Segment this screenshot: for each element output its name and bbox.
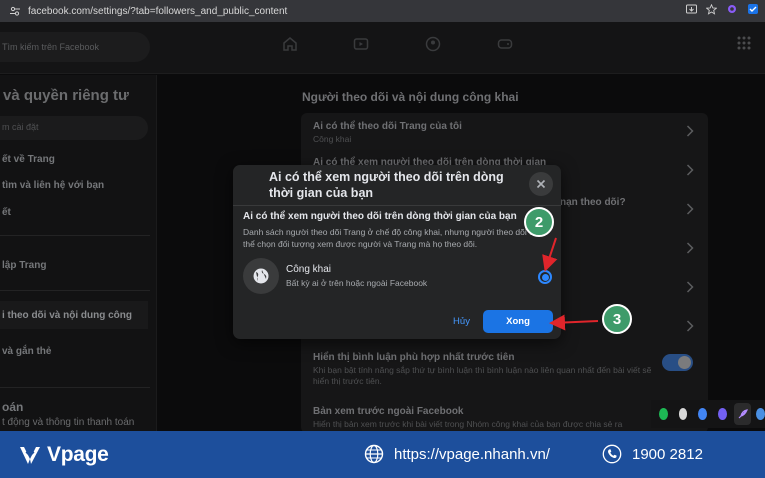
sidebar-item-tagging[interactable]: và gắn thẻ xyxy=(2,346,51,357)
globe-icon xyxy=(364,444,384,464)
feather-icon[interactable] xyxy=(733,403,752,425)
phone-link[interactable]: 1900 2812 xyxy=(602,444,703,464)
cancel-button[interactable]: Hủy xyxy=(445,311,478,331)
settings-sidebar: và quyền riêng tư m cài đặt ết về Trang … xyxy=(0,75,157,431)
relevant-comments-toggle[interactable] xyxy=(662,354,693,371)
sidebar-item-3[interactable]: ết xyxy=(2,207,11,218)
chevron-right-icon xyxy=(686,164,694,176)
toggle-knob xyxy=(678,356,691,369)
bookmark-star-icon[interactable] xyxy=(706,3,717,15)
row-title: nạn theo dõi? xyxy=(560,197,626,208)
sidebar-divider xyxy=(0,290,150,291)
close-button[interactable] xyxy=(529,172,553,196)
audience-dialog: Ai có thể xem người theo dõi trên dòng t… xyxy=(233,165,561,339)
setting-row-who-can-follow[interactable]: Ai có thể theo dõi Trang của tôi Công kh… xyxy=(313,121,693,145)
page-title: Người theo dõi và nội dung công khai xyxy=(302,90,519,104)
done-button[interactable]: Xong xyxy=(483,310,553,333)
step-3-badge: 3 xyxy=(602,304,632,334)
phone-number: 1900 2812 xyxy=(632,445,703,463)
app-icon[interactable] xyxy=(756,408,765,420)
sidebar-divider xyxy=(0,387,150,388)
option-radio-selected[interactable] xyxy=(538,270,552,284)
app-icon[interactable] xyxy=(678,408,688,420)
option-description: Bất kỳ ai ở trên hoặc ngoài Facebook xyxy=(286,278,428,288)
step-2-badge: 2 xyxy=(524,207,554,237)
vpage-logo: Vpage xyxy=(17,442,109,468)
sidebar-section-payments: oán xyxy=(2,400,24,414)
radio-dot xyxy=(541,273,549,281)
row-subtitle: Công khai xyxy=(313,134,352,144)
browser-address-bar: facebook.com/settings/?tab=followers_and… xyxy=(0,0,765,22)
url-text[interactable]: facebook.com/settings/?tab=followers_and… xyxy=(28,6,287,17)
row-subtitle: Hiển thị bản xem trước khi bài viết tron… xyxy=(313,419,623,429)
gaming-icon[interactable] xyxy=(497,36,513,52)
website-link[interactable]: https://vpage.nhanh.vn/ xyxy=(364,444,550,464)
facebook-top-nav: Tìm kiếm trên Facebook xyxy=(0,22,765,74)
option-public[interactable]: Công khai Bất kỳ ai ở trên hoặc ngoài Fa… xyxy=(243,258,553,294)
system-tray xyxy=(651,400,765,428)
dialog-title: Ai có thể xem người theo dõi trên dòng t… xyxy=(269,170,504,200)
chevron-right-icon xyxy=(686,281,694,293)
spotify-icon[interactable] xyxy=(659,408,668,420)
option-label: Công khai xyxy=(286,264,332,275)
sidebar-item-page-setup[interactable]: lập Trang xyxy=(2,260,46,271)
viber-icon[interactable] xyxy=(718,408,727,420)
vpage-logo-icon xyxy=(20,447,40,464)
chevron-right-icon xyxy=(686,242,694,254)
setting-row-relevant-comments: Hiển thị bình luận phù hợp nhất trước ti… xyxy=(313,352,658,387)
sidebar-item-payment-activity[interactable]: t động và thông tin thanh toán xyxy=(2,417,134,428)
groups-icon[interactable] xyxy=(425,36,441,52)
website-url: https://vpage.nhanh.vn/ xyxy=(394,445,550,463)
question-title: Ai có thể xem người theo dõi trên dòng t… xyxy=(243,211,517,222)
extension-icon[interactable] xyxy=(726,3,738,15)
settings-search-input[interactable]: m cài đặt xyxy=(0,116,148,140)
vpage-banner: Vpage https://vpage.nhanh.vn/ 1900 2812 xyxy=(0,431,765,478)
chevron-right-icon xyxy=(686,203,694,215)
row-title: Bản xem trước ngoài Facebook xyxy=(313,406,464,417)
extension-check-icon[interactable] xyxy=(747,3,759,15)
close-icon xyxy=(536,179,546,189)
video-icon[interactable] xyxy=(353,36,369,52)
site-settings-icon[interactable] xyxy=(8,4,22,18)
sidebar-item-find-contact[interactable]: tìm và liên hệ với bạn xyxy=(2,180,104,191)
sidebar-divider xyxy=(0,235,150,236)
menu-grid-icon[interactable] xyxy=(737,36,751,50)
row-title: Hiển thị bình luận phù hợp nhất trước ti… xyxy=(313,352,515,363)
dialog-divider xyxy=(233,205,561,206)
row-title: Ai có thể theo dõi Trang của tôi xyxy=(313,121,462,132)
sidebar-item-followers-public[interactable]: i theo dõi và nội dung công xyxy=(2,310,132,321)
facebook-search-input[interactable]: Tìm kiếm trên Facebook xyxy=(0,32,150,62)
brand-name: Vpage xyxy=(47,443,109,466)
chevron-right-icon xyxy=(686,320,694,332)
row-subtitle: Khi bạn bật tính năng sắp thứ tự bình lu… xyxy=(313,365,652,387)
install-app-icon[interactable] xyxy=(686,4,697,15)
app-icon[interactable] xyxy=(698,408,708,420)
question-description: Danh sách người theo dõi Trang ở chế độ … xyxy=(243,227,539,249)
sidebar-item-page-info[interactable]: ết về Trang xyxy=(2,154,55,165)
chevron-right-icon xyxy=(686,125,694,137)
phone-icon xyxy=(602,444,622,464)
globe-icon xyxy=(243,258,279,294)
home-icon[interactable] xyxy=(282,36,298,52)
setting-row-follow[interactable]: nạn theo dõi? xyxy=(560,197,680,208)
sidebar-title: và quyền riêng tư xyxy=(3,87,129,104)
setting-row-offsite-preview: Bản xem trước ngoài Facebook Hiển thị bả… xyxy=(313,406,643,430)
